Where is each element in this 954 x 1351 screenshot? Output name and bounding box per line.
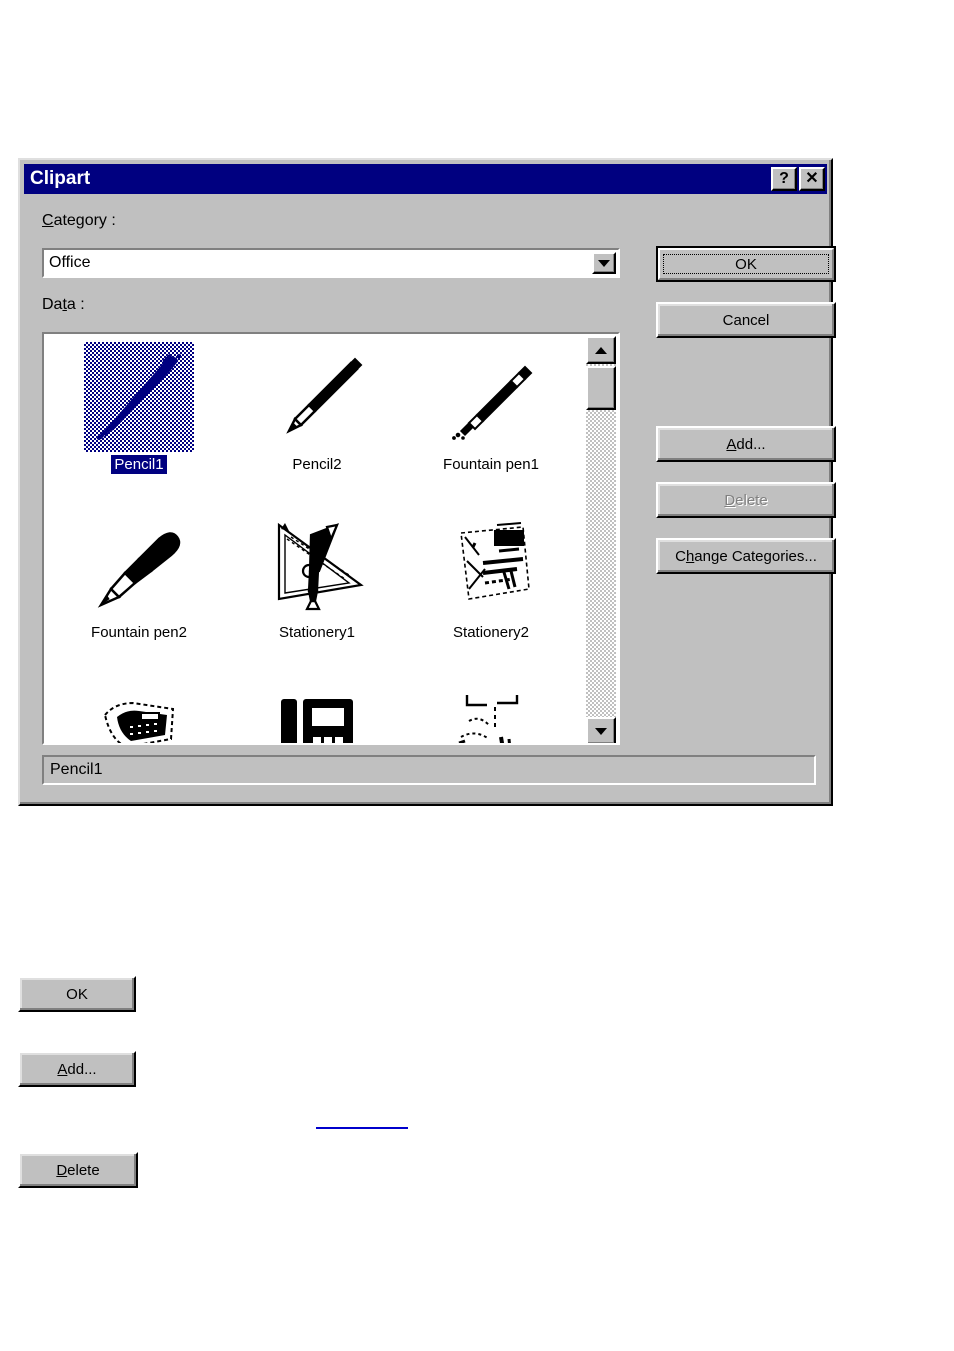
list-item[interactable]: Fountain pen1 [406,342,576,510]
status-text: Pencil1 [50,761,103,778]
pencil-short-icon[interactable] [262,342,372,452]
list-item-label: Pencil1 [111,455,167,474]
cancel-button-label: Cancel [722,311,770,329]
figure-add-button[interactable]: Add... [18,1051,136,1087]
data-label: Data : [42,296,85,314]
list-item-label: Fountain pen1 [443,456,539,473]
category-label: Category : [42,212,116,230]
list-item[interactable]: Pencil2 [232,342,402,510]
telephone-desk-icon[interactable] [262,678,372,743]
list-item[interactable]: Pencil1 [54,342,224,510]
list-item[interactable]: Stationery2 [406,510,576,678]
title-bar[interactable]: Clipart ? ✕ [24,164,827,194]
figure-delete-label: elete [67,1161,100,1179]
scroll-up-glyph [595,346,607,354]
figure-delete-button[interactable]: Delete [18,1152,138,1188]
clipart-listbox[interactable]: Pencil1 Pencil2 Fountain pen1 Fountain p… [42,332,620,745]
change-categories-label: ange Categories... [694,547,817,565]
scroll-down-icon[interactable] [586,717,616,743]
add-button[interactable]: Add... [656,426,836,462]
fax-machine-icon[interactable] [436,678,546,743]
delete-button-label: elete [735,491,768,509]
data-label-a: Da [42,296,63,313]
clipart-icon-pane: Pencil1 Pencil2 Fountain pen1 Fountain p… [46,336,586,743]
fountain-pen-thick-icon[interactable] [84,510,194,620]
close-icon[interactable]: ✕ [799,167,825,191]
category-combobox[interactable]: Office [42,248,620,278]
pencil-diagonal-icon[interactable] [84,342,194,452]
ok-button-label: OK [735,255,757,273]
help-glyph: ? [779,170,789,187]
cancel-button[interactable]: Cancel [656,302,836,338]
chevron-down-glyph [598,259,610,267]
change-categories-pre: C [675,547,686,565]
category-label-rest: ategory : [53,212,116,229]
list-item[interactable] [54,678,224,743]
list-item-label: Stationery1 [279,624,355,641]
clipart-dialog: Clipart ? ✕ Category : Office Data : Pen… [18,158,836,806]
figure-add-accel: A [57,1060,68,1078]
listbox-scrollbar[interactable] [586,336,616,743]
close-glyph: ✕ [805,170,819,187]
status-bar: Pencil1 [42,755,816,785]
change-categories-button[interactable]: Change Categories... [656,538,836,574]
figure-delete-accel: D [56,1161,68,1179]
list-item[interactable]: Stationery1 [232,510,402,678]
chevron-down-icon[interactable] [592,252,616,274]
figure-ok-button[interactable]: OK [18,976,136,1012]
figure-ok-label: OK [66,985,88,1003]
scroll-up-icon[interactable] [586,336,616,364]
category-label-accel: C [42,212,54,229]
add-button-label: dd... [736,435,766,453]
list-item[interactable]: Fountain pen2 [54,510,224,678]
triangle-ruler-pencil-icon[interactable] [262,510,372,620]
data-label-b: a : [66,296,85,313]
list-item-label: Pencil2 [292,456,342,473]
horizontal-rule [316,1127,408,1129]
scroll-down-glyph [595,727,607,735]
figure-add-label: dd... [67,1060,97,1078]
add-button-accel: A [726,435,737,453]
list-item-label: Stationery2 [453,624,529,641]
desk-papers-icon[interactable] [436,510,546,620]
help-icon[interactable]: ? [771,167,797,191]
fountain-pen-thin-icon[interactable] [436,342,546,452]
list-item[interactable] [406,678,576,743]
list-item-label: Fountain pen2 [91,624,187,641]
scrollbar-thumb[interactable] [586,366,616,410]
window-title: Clipart [30,168,91,189]
ok-button[interactable]: OK [656,246,836,282]
telephone-angled-icon[interactable] [84,678,194,743]
category-value: Office [49,254,91,271]
delete-button[interactable]: Delete [656,482,836,518]
delete-button-accel: D [724,491,736,509]
list-item[interactable] [232,678,402,743]
